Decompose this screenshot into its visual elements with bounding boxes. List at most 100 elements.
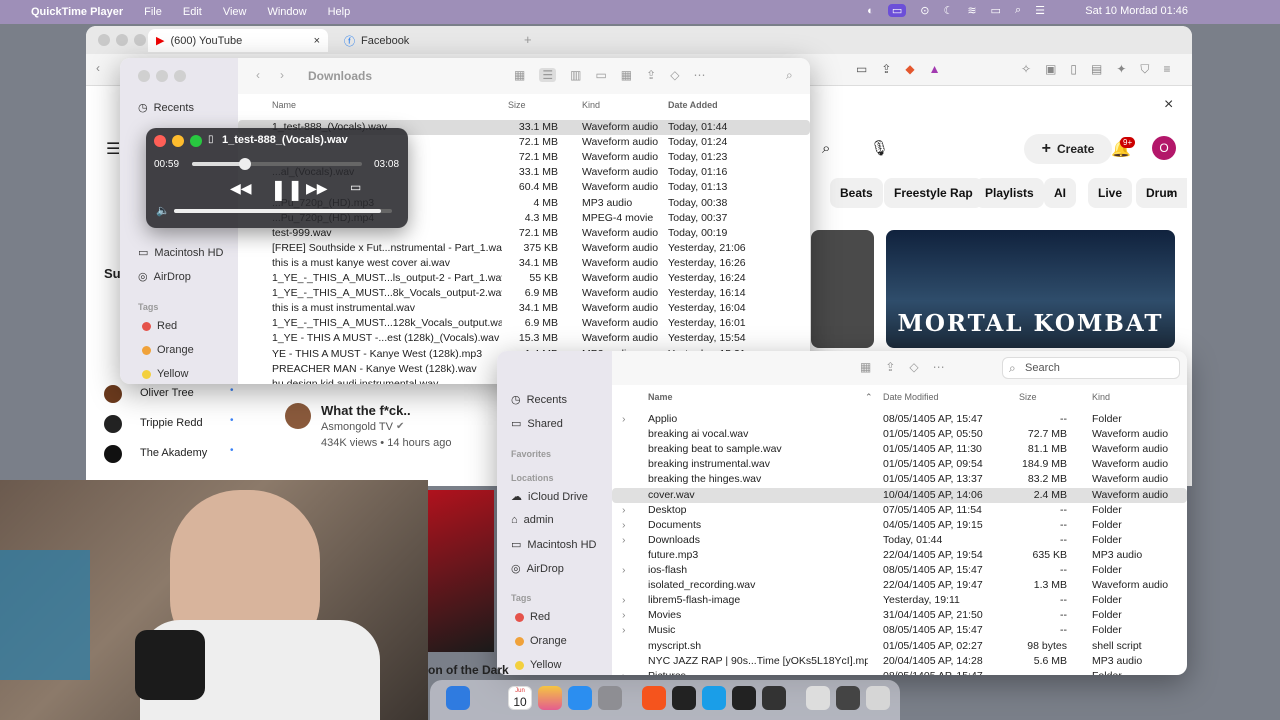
col-kind[interactable]: Kind bbox=[1092, 392, 1110, 402]
close-overlay-icon[interactable]: × bbox=[1164, 96, 1173, 114]
leo-icon[interactable]: ✦ bbox=[1116, 62, 1126, 77]
file-row[interactable]: 1_YE - THIS A MUST -...est (128k)_(Vocal… bbox=[238, 331, 810, 346]
file-row[interactable]: isolated_recording.wav 22/04/1405 AP, 19:… bbox=[612, 578, 1187, 593]
app-store-icon[interactable] bbox=[568, 686, 592, 710]
file-row[interactable]: › Movies 31/04/1405 AP, 21:50 -- Folder bbox=[612, 608, 1187, 623]
file-row[interactable]: › Desktop 07/05/1405 AP, 11:54 -- Folder bbox=[612, 503, 1187, 518]
vpn-icon[interactable]: ⛉ bbox=[1140, 62, 1149, 77]
col-date[interactable]: Date Modified bbox=[883, 392, 939, 402]
search-field[interactable]: ⌕ Search bbox=[1002, 357, 1180, 379]
sidebar-item-macintosh[interactable]: ▭ Macintosh HD bbox=[138, 246, 223, 260]
sidebar-item-airdrop[interactable]: ◎ AirDrop bbox=[511, 562, 564, 576]
file-row[interactable]: breaking beat to sample.wav 01/05/1405 AP… bbox=[612, 442, 1187, 457]
menu-edit[interactable]: Edit bbox=[183, 6, 202, 18]
channel-item[interactable]: Trippie Redd • bbox=[104, 413, 244, 433]
video-channel-avatar[interactable] bbox=[285, 403, 311, 429]
file-row[interactable]: 1_YE_-_THIS_A_MUST...ls_output-2 - Part_… bbox=[238, 271, 810, 286]
tag-icon[interactable]: ◇ bbox=[670, 68, 679, 82]
tag-yellow[interactable]: Yellow bbox=[142, 368, 188, 380]
col-date[interactable]: Date Added bbox=[668, 100, 718, 110]
menu-clock[interactable]: Sat 10 Mordad 01:46 bbox=[1085, 5, 1188, 17]
channel-item[interactable]: The Akademy • bbox=[104, 443, 244, 463]
disclosure-chevron-icon[interactable]: › bbox=[622, 534, 626, 546]
disclosure-chevron-icon[interactable]: › bbox=[622, 594, 626, 606]
chip-live[interactable]: Live bbox=[1088, 178, 1133, 208]
sidebar-item-recents[interactable]: ◷ Recents bbox=[511, 393, 567, 407]
file-row[interactable]: cover.wav 10/04/1405 AP, 14:06 2.4 MB Wavef… bbox=[612, 487, 1187, 503]
scrubber-handle[interactable] bbox=[238, 158, 251, 170]
file-row[interactable]: 1_YE_-_THIS_A_MUST...8k_Vocals_output-2.… bbox=[238, 286, 810, 301]
battery-icon[interactable]: ▭ bbox=[991, 4, 1001, 17]
video-title[interactable]: What the f*ck.. bbox=[321, 403, 411, 418]
file-row[interactable]: myscript.sh 01/05/1405 AP, 02:27 98 bytes s… bbox=[612, 639, 1187, 654]
disclosure-chevron-icon[interactable]: › bbox=[622, 609, 626, 621]
chip-freestyle-rap[interactable]: Freestyle Rap bbox=[884, 178, 983, 208]
minimize-window-button[interactable] bbox=[172, 135, 184, 147]
file-row[interactable]: breaking the hinges.wav 01/05/1405 AP, 13… bbox=[612, 472, 1187, 487]
wallet-icon[interactable]: ▣ bbox=[1045, 62, 1056, 77]
rewards-icon[interactable]: ▲ bbox=[929, 62, 941, 76]
group-icon[interactable]: ▦ bbox=[621, 68, 632, 82]
list-view-icon[interactable]: ☰ bbox=[539, 68, 557, 82]
minimize-window-button[interactable] bbox=[116, 34, 128, 46]
file-row[interactable]: [FREE] Southside x Fut...nstrumental - P… bbox=[238, 241, 810, 256]
close-window-button[interactable] bbox=[138, 70, 150, 82]
tag-orange[interactable]: Orange bbox=[515, 635, 567, 647]
sidebar-toggle-icon[interactable]: ▯ bbox=[1070, 62, 1077, 77]
chip-playlists[interactable]: Playlists bbox=[975, 178, 1044, 208]
volume-slider[interactable] bbox=[174, 209, 392, 213]
file-row[interactable]: NYC JAZZ RAP | 90s...Time [yOKs5L18YcI].… bbox=[612, 654, 1187, 669]
airplay-icon[interactable]: ▭ bbox=[350, 180, 361, 194]
file-row[interactable]: breaking instrumental.wav 01/05/1405 AP, … bbox=[612, 457, 1187, 472]
sidebar-item-recents[interactable]: ◷ Recents bbox=[138, 101, 194, 115]
channel-item[interactable]: Oliver Tree • bbox=[104, 383, 244, 403]
app-menu[interactable]: QuickTime Player bbox=[31, 6, 123, 18]
brave-icon[interactable] bbox=[642, 686, 666, 710]
col-kind[interactable]: Kind bbox=[582, 100, 600, 110]
extension-icon[interactable]: ✧ bbox=[1021, 62, 1031, 77]
reader-icon[interactable]: ▤ bbox=[1091, 62, 1102, 77]
zoom-window-button[interactable] bbox=[134, 34, 146, 46]
yt-search-icon[interactable]: ⌕ bbox=[822, 140, 830, 157]
gallery-view-icon[interactable]: ▭ bbox=[595, 68, 606, 82]
avatar[interactable]: O bbox=[1152, 136, 1176, 160]
menu-file[interactable]: File bbox=[144, 6, 162, 18]
back-icon[interactable]: ‹ bbox=[96, 61, 100, 75]
chip-ai[interactable]: AI bbox=[1044, 178, 1076, 208]
rewind-icon[interactable]: ◀◀ bbox=[230, 180, 252, 197]
search-icon[interactable]: ⌕ bbox=[1015, 4, 1021, 17]
disclosure-chevron-icon[interactable]: › bbox=[622, 504, 626, 516]
app-icon[interactable] bbox=[702, 686, 726, 710]
col-size[interactable]: Size bbox=[1019, 392, 1037, 402]
tag-yellow[interactable]: Yellow bbox=[515, 659, 561, 671]
file-row[interactable]: breaking ai vocal.wav 01/05/1405 AP, 05:5… bbox=[612, 427, 1187, 442]
mortal-kombat-thumbnail[interactable]: MORTAL KOMBAT bbox=[886, 230, 1175, 348]
video-thumbnail[interactable] bbox=[428, 490, 494, 652]
activity-icon[interactable] bbox=[732, 686, 756, 710]
group-icon[interactable]: ▦ bbox=[860, 360, 871, 374]
forward-icon[interactable]: › bbox=[280, 68, 284, 82]
chevron-right-icon[interactable]: › bbox=[1168, 184, 1173, 200]
scrubber[interactable] bbox=[192, 158, 362, 170]
file-row[interactable]: › Documents 04/05/1405 AP, 19:15 -- Folder bbox=[612, 518, 1187, 533]
new-tab-button[interactable]: + bbox=[524, 32, 532, 47]
screen-icon[interactable]: ▭ bbox=[856, 62, 867, 76]
music-file-icon[interactable] bbox=[806, 686, 830, 710]
play-status-icon[interactable]: ⊙ bbox=[920, 4, 929, 17]
sidebar-item-airdrop[interactable]: ◎ AirDrop bbox=[138, 270, 191, 284]
moon-icon[interactable]: ☾ bbox=[943, 4, 953, 17]
menu-window[interactable]: Window bbox=[267, 6, 306, 18]
close-window-button[interactable] bbox=[98, 34, 110, 46]
tag-orange[interactable]: Orange bbox=[142, 344, 194, 356]
disclosure-chevron-icon[interactable]: › bbox=[622, 519, 626, 531]
disclosure-chevron-icon[interactable]: › bbox=[622, 670, 626, 675]
video-title-partial[interactable]: on of the Dark bbox=[428, 663, 509, 677]
share-icon[interactable]: ⇪ bbox=[646, 68, 656, 82]
file-row[interactable]: › Downloads Today, 01:44 -- Folder bbox=[612, 533, 1187, 548]
col-size[interactable]: Size bbox=[508, 100, 526, 110]
disclosure-chevron-icon[interactable]: › bbox=[622, 564, 626, 576]
file-row[interactable]: › librem5-flash-image Yesterday, 19:11 -- Fo… bbox=[612, 593, 1187, 608]
fast-forward-icon[interactable]: ▶▶ bbox=[306, 180, 328, 197]
mic-icon[interactable]: 🎙 bbox=[870, 139, 889, 157]
sort-chevron-icon[interactable]: ⌃ bbox=[865, 392, 873, 403]
